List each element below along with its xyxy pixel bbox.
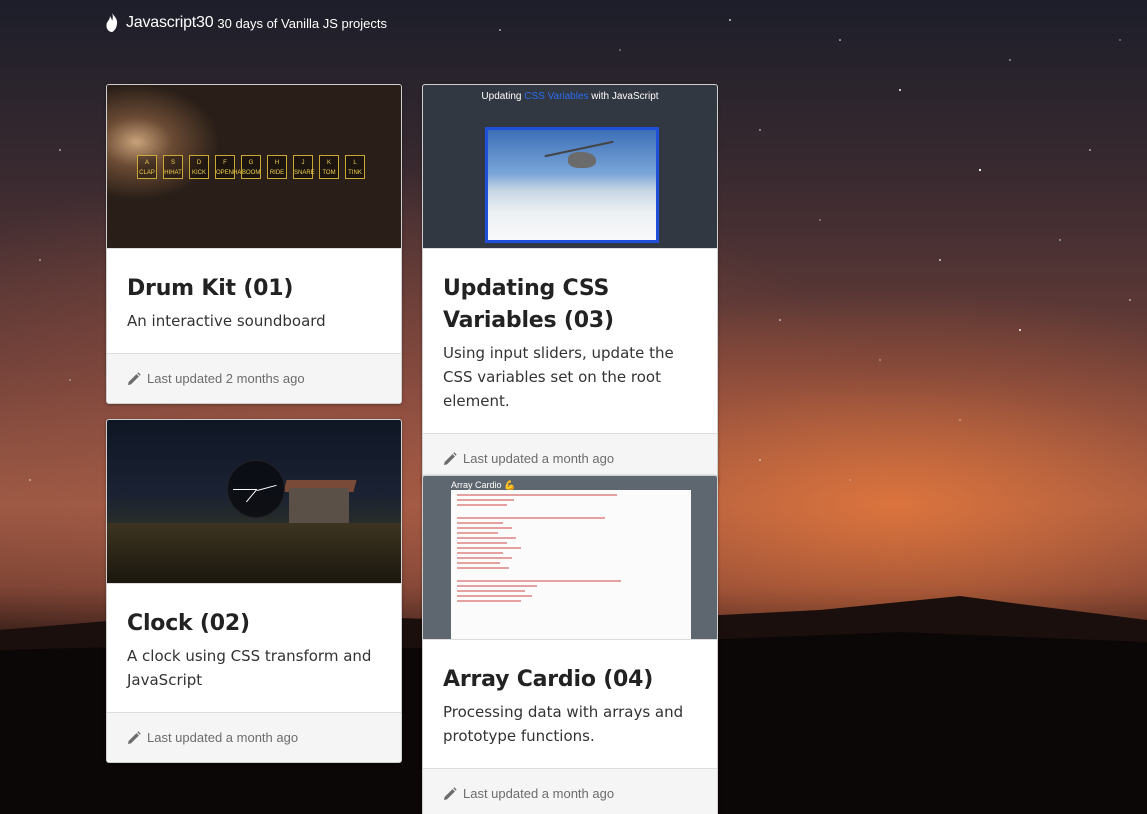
card-footer: Last updated a month ago (107, 712, 401, 762)
last-updated: Last updated a month ago (147, 730, 299, 745)
hour-hand (257, 484, 277, 491)
pencil-icon (128, 371, 141, 385)
card-body: Drum Kit (01) An interactive soundboard (107, 249, 401, 353)
drum-key: A CLAP (137, 155, 157, 179)
clock-thumbnail[interactable] (107, 420, 401, 584)
flame-icon (106, 12, 118, 32)
card-body: Array Cardio (04) Processing data with a… (423, 640, 717, 768)
brand-title[interactable]: Javascript30 (126, 14, 214, 32)
barn-shape (289, 488, 349, 528)
card-description: Processing data with arrays and prototyp… (443, 703, 684, 745)
drum-key: H RIDE (267, 155, 287, 179)
pencil-icon (444, 786, 457, 800)
project-card-array-cardio[interactable]: Array Cardio 💪 Array Cardio (04) Process… (422, 475, 718, 814)
pencil-icon (128, 730, 141, 744)
drum-key: G BOOM (241, 155, 261, 179)
drum-key: L TINK (345, 155, 365, 179)
thumb-title: Updating CSS Variables with JavaScript (481, 91, 659, 102)
last-updated: Last updated a month ago (463, 451, 615, 466)
helicopter-photo (485, 127, 659, 243)
project-card-css-variables[interactable]: Updating CSS Variables with JavaScript U… (422, 84, 718, 484)
drum-key: F OPENHAT (215, 155, 245, 179)
brand-tagline: 30 days of Vanilla JS projects (217, 16, 387, 31)
drum-keys: A CLAP S HIHAT D KICK F OPENHAT G BOOM H RIDE … (137, 155, 365, 179)
drum-key: D KICK (189, 155, 209, 179)
console-output (451, 490, 691, 639)
card-title[interactable]: Array Cardio (04) (443, 664, 697, 696)
drum-kit-thumbnail[interactable]: A CLAP S HIHAT D KICK F OPENHAT G BOOM H RIDE … (107, 85, 401, 249)
card-title[interactable]: Clock (02) (127, 608, 381, 640)
site-header: Javascript30 30 days of Vanilla JS proje… (104, 12, 387, 32)
card-footer: Last updated a month ago (423, 768, 717, 814)
last-updated: Last updated a month ago (463, 786, 615, 801)
card-description: A clock using CSS transform and JavaScri… (127, 647, 372, 689)
drum-key: K TOM (319, 155, 339, 179)
css-variables-thumbnail[interactable]: Updating CSS Variables with JavaScript (423, 85, 717, 249)
clock-face (227, 460, 285, 518)
card-footer: Last updated 2 months ago (107, 353, 401, 403)
card-body: Updating CSS Variables (03) Using input … (423, 249, 717, 433)
pencil-icon (444, 451, 457, 465)
last-updated: Last updated 2 months ago (147, 371, 305, 386)
card-description: An interactive soundboard (127, 312, 326, 330)
drum-key: S HIHAT (163, 155, 183, 179)
grass-shape (107, 523, 401, 583)
project-card-drum-kit[interactable]: A CLAP S HIHAT D KICK F OPENHAT G BOOM H RIDE … (106, 84, 402, 404)
second-hand (245, 489, 257, 503)
card-title[interactable]: Updating CSS Variables (03) (443, 273, 697, 337)
minute-hand (233, 489, 257, 490)
card-description: Using input sliders, update the CSS vari… (443, 344, 674, 410)
card-body: Clock (02) A clock using CSS transform a… (107, 584, 401, 712)
card-title[interactable]: Drum Kit (01) (127, 273, 381, 305)
helicopter-shape (568, 152, 596, 168)
drum-key: J SNARE (293, 155, 315, 179)
array-cardio-thumbnail[interactable]: Array Cardio 💪 (423, 476, 717, 640)
project-card-clock[interactable]: Clock (02) A clock using CSS transform a… (106, 419, 402, 763)
